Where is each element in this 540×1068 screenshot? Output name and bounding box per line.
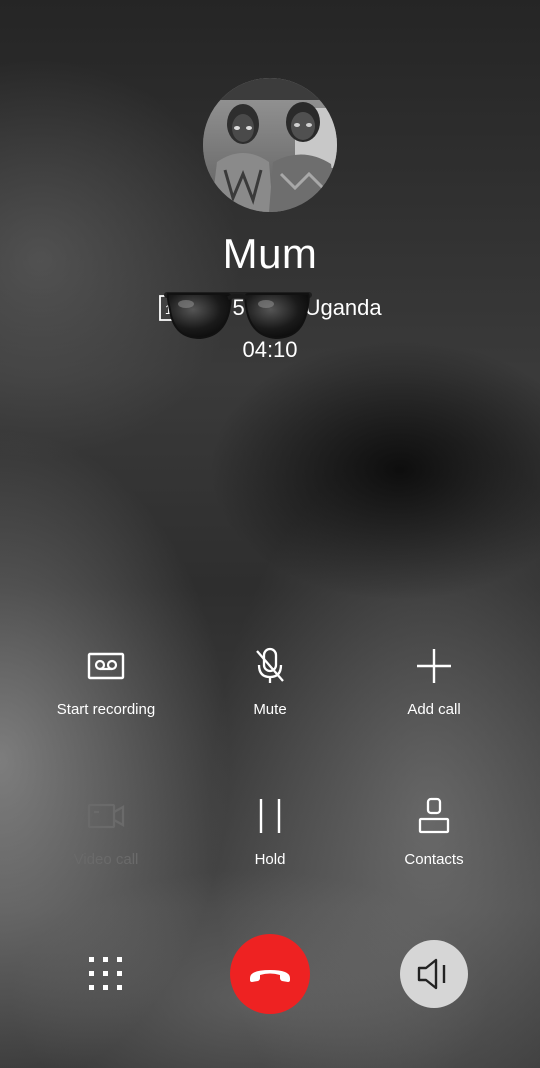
video-camera-icon (86, 796, 126, 836)
keypad-button[interactable] (82, 950, 130, 998)
call-duration: 04:10 (242, 337, 298, 362)
caller-avatar (203, 78, 337, 212)
mute-button[interactable]: Mute (185, 646, 355, 738)
add-call-button[interactable]: Add call (349, 646, 519, 738)
avatar-photo (203, 78, 337, 212)
video-call-label: Video call (73, 851, 139, 868)
voicemail-icon (86, 646, 126, 686)
pause-icon (250, 796, 290, 836)
contacts-label: Contacts (404, 851, 464, 868)
caller-location: Uganda (304, 295, 382, 320)
video-call-button[interactable]: Video call (21, 796, 191, 888)
plus-icon (414, 646, 454, 686)
mic-off-icon (250, 646, 290, 686)
caller-name: Mum (222, 230, 318, 277)
phone-hangup-icon (250, 970, 290, 982)
contacts-button[interactable]: Contacts (349, 796, 519, 888)
start-recording-button[interactable]: Start recording (21, 646, 191, 738)
start-recording-label: Start recording (56, 701, 156, 718)
speaker-icon (417, 958, 446, 990)
hold-button[interactable]: Hold (185, 796, 355, 888)
add-call-label: Add call (407, 701, 461, 718)
person-icon (414, 796, 454, 836)
mute-label: Mute (253, 701, 287, 718)
end-call-button[interactable] (230, 934, 310, 1014)
speaker-button[interactable] (400, 940, 468, 1008)
hold-label: Hold (254, 851, 286, 868)
dialpad-icon (89, 957, 122, 990)
